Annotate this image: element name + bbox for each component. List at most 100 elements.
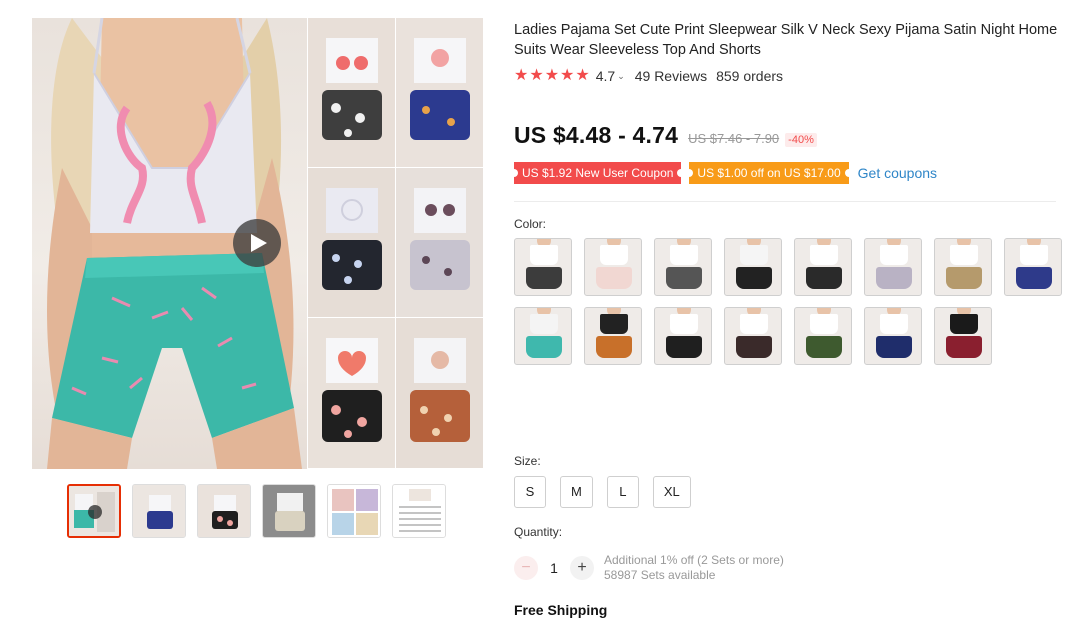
swatch-image [670, 314, 698, 334]
color-swatch-teal-flamingo[interactable] [514, 307, 572, 365]
divider [514, 201, 1056, 202]
swatch-image [736, 267, 772, 289]
thumbnail-image[interactable] [327, 484, 381, 538]
color-swatch-black-daisy[interactable] [654, 307, 712, 365]
swatch-image [670, 245, 698, 265]
bulk-discount-note: Additional 1% off (2 Sets or more) [604, 553, 784, 567]
thumbnail-image[interactable] [132, 484, 186, 538]
play-icon [88, 505, 102, 519]
swatch-image [950, 314, 978, 334]
size-option-s[interactable]: S [514, 476, 546, 508]
collage-grid [307, 18, 483, 469]
color-swatch-cherry-cat[interactable] [584, 238, 642, 296]
star-icon: ★ [544, 67, 560, 84]
thumbnail-video[interactable] [67, 484, 121, 538]
stock-available: 58987 Sets available [604, 568, 716, 582]
swatch-image [740, 245, 768, 265]
color-swatch-white-floral[interactable] [724, 238, 782, 296]
swatch-image [530, 245, 558, 265]
swatch-image [946, 336, 982, 358]
size-option-xl[interactable]: XL [652, 476, 691, 508]
color-swatch-orange-leopard[interactable] [584, 307, 642, 365]
color-label: Color: [514, 217, 547, 231]
color-swatch-green-camo[interactable] [794, 307, 852, 365]
get-coupons-link[interactable]: Get coupons [858, 165, 937, 181]
swatch-image [596, 267, 632, 289]
chevron-down-icon[interactable]: ⌄ [617, 71, 625, 82]
swatch-image [876, 267, 912, 289]
swatch-image [810, 245, 838, 265]
swatch-image [736, 336, 772, 358]
discount-badge: -40% [785, 133, 817, 147]
swatch-image [600, 314, 628, 334]
swatch-image [526, 267, 562, 289]
color-swatch-leopard-cream[interactable] [934, 238, 992, 296]
swatch-image [666, 267, 702, 289]
decrease-quantity-button[interactable]: − [514, 556, 538, 580]
swatch-image [530, 314, 558, 334]
increase-quantity-button[interactable]: + [570, 556, 594, 580]
quantity-note: Additional 1% off (2 Sets or more) 58987… [604, 553, 784, 583]
quantity-stepper: − 1 + Additional 1% off (2 Sets or more)… [514, 553, 784, 583]
swatch-image [880, 245, 908, 265]
reviews-link[interactable]: 49 Reviews [635, 68, 707, 84]
star-icon: ★ [560, 67, 575, 84]
swatch-image [946, 267, 982, 289]
color-swatch-black-lace[interactable] [934, 307, 992, 365]
orders-count: 859 orders [716, 68, 784, 84]
color-swatch-navy-flamingo[interactable] [864, 307, 922, 365]
swatch-image [876, 336, 912, 358]
color-swatch-red-lips[interactable] [724, 307, 782, 365]
rating-row: ★ ★ ★ ★ ★ 4.7 ⌄ 49 Reviews 859 orders [514, 68, 784, 85]
swatch-image [666, 336, 702, 358]
size-option-l[interactable]: L [606, 476, 639, 508]
original-price: US $7.46 - 7.90 [688, 131, 780, 146]
quantity-value[interactable]: 1 [538, 560, 570, 576]
coupon-row: US $1.92 New User Coupon US $1.00 off on… [509, 162, 937, 184]
swatch-image [1020, 245, 1048, 265]
thumbnail-size-chart[interactable] [392, 484, 446, 538]
collage-image [395, 318, 483, 469]
size-option-m[interactable]: M [560, 476, 593, 508]
swatch-image [596, 336, 632, 358]
product-title: Ladies Pajama Set Cute Print Sleepwear S… [514, 22, 1058, 58]
collage-image [307, 168, 395, 318]
rating-value[interactable]: 4.7 [596, 68, 615, 84]
new-user-coupon[interactable]: US $1.92 New User Coupon [509, 162, 686, 184]
swatch-image [600, 245, 628, 265]
swatch-image [806, 267, 842, 289]
thumbnail-strip [67, 484, 446, 538]
swatch-image [880, 314, 908, 334]
color-swatch-navy-blue[interactable] [1004, 238, 1062, 296]
swatch-image [1016, 267, 1052, 289]
store-coupon[interactable]: US $1.00 off on US $17.00 [685, 162, 853, 184]
current-price: US $4.48 - 4.74 [514, 122, 679, 148]
color-swatch-black-stripe[interactable] [654, 238, 712, 296]
collage-image [307, 318, 395, 469]
thumbnail-image[interactable] [262, 484, 316, 538]
swatch-image [740, 314, 768, 334]
collage-image [307, 18, 395, 168]
shipping-info: Free Shipping [514, 602, 608, 618]
thumbnail-image[interactable] [197, 484, 251, 538]
collage-image [395, 18, 483, 168]
star-icon: ★ [514, 67, 529, 84]
star-icon: ★ [575, 67, 590, 84]
color-swatch-grey-cat[interactable] [864, 238, 922, 296]
size-options: S M L XL [514, 476, 691, 508]
star-icon: ★ [529, 67, 544, 84]
star-rating: ★ ★ ★ ★ ★ [514, 68, 590, 84]
quantity-label: Quantity: [514, 525, 563, 539]
play-video-button[interactable] [233, 219, 281, 267]
price-row: US $4.48 - 4.74 US $7.46 - 7.90 -40% [514, 122, 817, 149]
swatch-image [810, 314, 838, 334]
color-swatch-sunflower[interactable] [794, 238, 852, 296]
color-swatch-pink-heart-print[interactable] [514, 238, 572, 296]
collage-image [395, 168, 483, 318]
swatch-image [950, 245, 978, 265]
swatch-image [526, 336, 562, 358]
size-label: Size: [514, 454, 541, 468]
product-gallery[interactable] [32, 18, 483, 469]
color-swatches [514, 238, 1068, 365]
play-icon [251, 234, 267, 252]
